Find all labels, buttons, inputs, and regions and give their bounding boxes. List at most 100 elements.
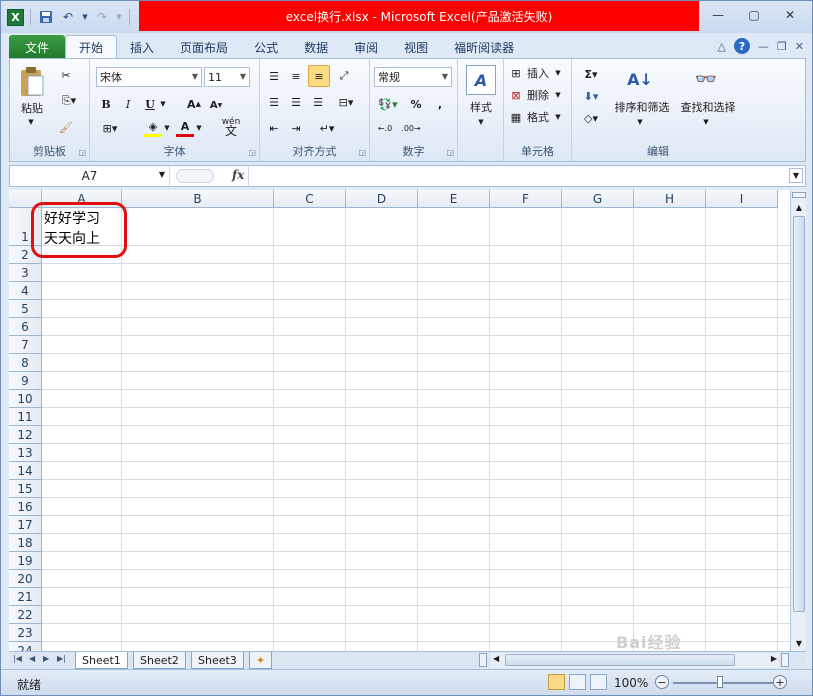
align-center-icon[interactable]: ☰ xyxy=(286,93,306,111)
tab-data[interactable]: 数据 xyxy=(291,35,341,59)
underline-button[interactable]: U xyxy=(142,95,158,113)
page-layout-view-icon[interactable] xyxy=(569,674,586,690)
format-dropdown-icon[interactable]: ▼ xyxy=(552,109,564,125)
doc-restore-icon[interactable]: ❐ xyxy=(777,40,787,53)
font-name-select[interactable]: 宋体 ▼ xyxy=(96,67,202,87)
row-header-18[interactable]: 18 xyxy=(9,534,42,552)
copy-icon[interactable]: ⎘▾ xyxy=(58,93,80,109)
paste-icon[interactable] xyxy=(18,65,46,99)
column-header-h[interactable]: H xyxy=(634,190,706,208)
vertical-scrollbar[interactable]: ▲ ▼ xyxy=(790,190,806,651)
column-header-d[interactable]: D xyxy=(346,190,418,208)
delete-dropdown-icon[interactable]: ▼ xyxy=(552,87,564,103)
sort-filter-dropdown-icon[interactable]: ▼ xyxy=(634,117,646,127)
decrease-indent-icon[interactable]: ⇤ xyxy=(264,119,284,137)
number-format-select[interactable]: 常规 ▼ xyxy=(374,67,452,87)
row-header-12[interactable]: 12 xyxy=(9,426,42,444)
align-middle-icon[interactable]: ≡ xyxy=(286,67,306,85)
format-cells-icon[interactable]: ▦ xyxy=(508,109,524,125)
increase-indent-icon[interactable]: ⇥ xyxy=(286,119,306,137)
shrink-font-icon[interactable]: A ▼ xyxy=(208,97,224,113)
align-bottom-icon[interactable]: ≡ xyxy=(308,65,330,87)
phonetic-guide-icon[interactable]: wén 文 xyxy=(218,117,244,138)
save-icon[interactable] xyxy=(37,8,55,26)
insert-cells-label[interactable]: 插入 xyxy=(524,65,552,81)
align-left-icon[interactable]: ☰ xyxy=(264,93,284,111)
align-right-icon[interactable]: ☰ xyxy=(308,93,328,111)
row-header-10[interactable]: 10 xyxy=(9,390,42,408)
increase-decimal-icon[interactable]: ←.0 xyxy=(374,119,396,137)
zoom-in-icon[interactable]: + xyxy=(773,675,787,689)
doc-minimize-icon[interactable]: — xyxy=(758,40,769,53)
expand-formula-icon[interactable]: ▼ xyxy=(789,168,803,183)
row-header-4[interactable]: 4 xyxy=(9,282,42,300)
styles-icon[interactable]: A xyxy=(466,65,496,95)
font-launcher-icon[interactable]: ◲ xyxy=(248,148,256,157)
column-header-i[interactable]: I xyxy=(706,190,778,208)
sort-filter-label[interactable]: 排序和筛选 xyxy=(608,99,676,115)
row-header-24[interactable]: 24 xyxy=(9,642,42,651)
fill-color-dropdown-icon[interactable]: ▼ xyxy=(162,121,172,135)
bold-button[interactable]: B xyxy=(98,95,114,113)
split-box[interactable] xyxy=(792,192,806,198)
tab-view[interactable]: 视图 xyxy=(391,35,441,59)
styles-dropdown-icon[interactable]: ▼ xyxy=(474,117,488,127)
row-header-17[interactable]: 17 xyxy=(9,516,42,534)
row-header-3[interactable]: 3 xyxy=(9,264,42,282)
font-color-icon[interactable]: A xyxy=(176,119,194,137)
tab-review[interactable]: 审阅 xyxy=(341,35,391,59)
row-header-23[interactable]: 23 xyxy=(9,624,42,642)
row-header-21[interactable]: 21 xyxy=(9,588,42,606)
row-header-7[interactable]: 7 xyxy=(9,336,42,354)
redo-dropdown-icon[interactable]: ▼ xyxy=(115,8,123,26)
vertical-scroll-thumb[interactable] xyxy=(793,216,805,612)
alignment-launcher-icon[interactable]: ◲ xyxy=(358,148,366,157)
styles-label[interactable]: 样式 xyxy=(460,99,502,115)
find-select-icon[interactable]: 👓 xyxy=(690,63,722,95)
scroll-up-icon[interactable]: ▲ xyxy=(792,201,806,213)
sheet-tab-3[interactable]: Sheet3 xyxy=(191,652,244,669)
tab-foxit[interactable]: 福昕阅读器 xyxy=(441,35,527,59)
horizontal-scroll-thumb[interactable] xyxy=(505,654,735,666)
row-header-5[interactable]: 5 xyxy=(9,300,42,318)
merge-center-icon[interactable]: ⊟▾ xyxy=(332,93,360,111)
tab-formulas[interactable]: 公式 xyxy=(241,35,291,59)
column-header-c[interactable]: C xyxy=(274,190,346,208)
scroll-left-icon[interactable]: ◀ xyxy=(493,654,499,663)
row-header-16[interactable]: 16 xyxy=(9,498,42,516)
row-header-20[interactable]: 20 xyxy=(9,570,42,588)
name-box[interactable]: A7 ▼ xyxy=(10,166,170,186)
formula-input[interactable] xyxy=(252,168,788,184)
close-icon[interactable]: ✕ xyxy=(778,7,802,23)
clipboard-launcher-icon[interactable]: ◲ xyxy=(78,148,86,157)
help-icon[interactable]: ? xyxy=(733,38,750,54)
row-header-22[interactable]: 22 xyxy=(9,606,42,624)
sheet-tab-1[interactable]: Sheet1 xyxy=(75,652,128,669)
column-header-g[interactable]: G xyxy=(562,190,634,208)
paste-dropdown-icon[interactable]: ▼ xyxy=(24,117,38,127)
insert-cells-icon[interactable]: ⊞ xyxy=(508,65,524,81)
minimize-ribbon-icon[interactable]: △ xyxy=(717,40,725,53)
row-header-19[interactable]: 19 xyxy=(9,552,42,570)
insert-function-icon[interactable]: fx xyxy=(232,168,244,182)
font-color-dropdown-icon[interactable]: ▼ xyxy=(194,121,204,135)
zoom-slider-knob[interactable] xyxy=(717,676,723,688)
sheet-tab-2[interactable]: Sheet2 xyxy=(133,652,186,669)
first-sheet-icon[interactable]: |◀ xyxy=(13,654,22,663)
zoom-level[interactable]: 100% xyxy=(614,676,648,690)
scroll-right-icon[interactable]: ▶ xyxy=(771,654,777,663)
page-break-view-icon[interactable] xyxy=(590,674,607,690)
fill-icon[interactable]: ⬇▾ xyxy=(578,87,604,105)
find-select-label[interactable]: 查找和选择 xyxy=(676,99,740,115)
paste-label[interactable]: 粘贴 xyxy=(18,101,46,115)
comma-button[interactable]: , xyxy=(432,95,448,113)
zoom-slider[interactable] xyxy=(673,682,773,684)
maximize-icon[interactable]: ▢ xyxy=(742,7,766,23)
autosum-icon[interactable]: Σ▾ xyxy=(578,65,604,83)
hscroll-end-handle[interactable] xyxy=(781,653,789,667)
font-size-select[interactable]: 11 ▼ xyxy=(204,67,250,87)
excel-logo-icon[interactable]: X xyxy=(7,8,24,26)
borders-icon[interactable]: ⊞▾ xyxy=(98,119,122,137)
format-cells-label[interactable]: 格式 xyxy=(524,109,552,125)
row-header-6[interactable]: 6 xyxy=(9,318,42,336)
